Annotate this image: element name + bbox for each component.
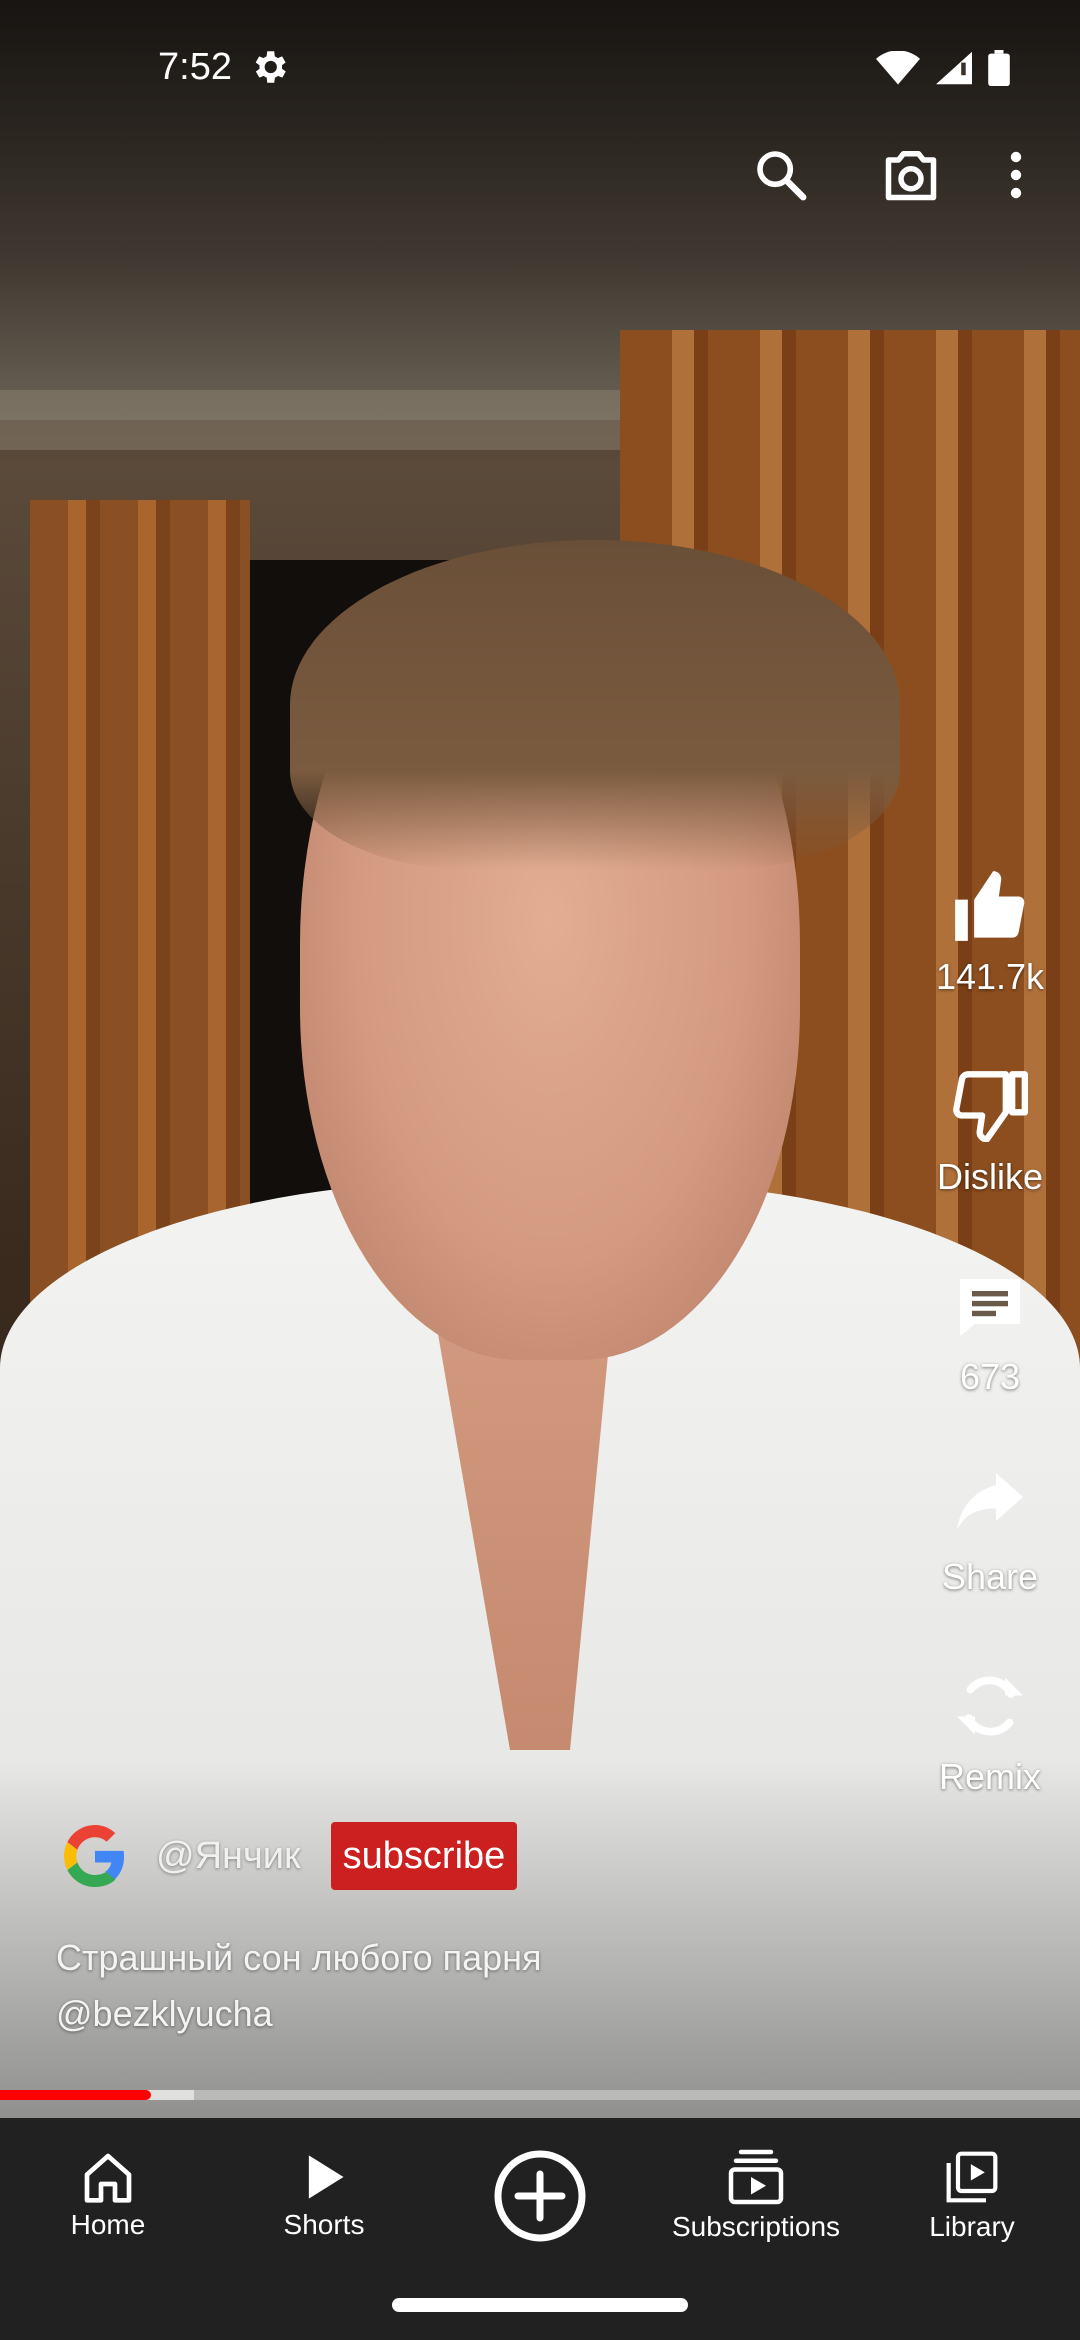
nav-shorts[interactable]: Shorts — [216, 2118, 432, 2274]
thumbs-up-icon — [955, 871, 1025, 941]
nav-library-label: Library — [929, 2211, 1015, 2242]
side-actions: 141.7k Dislike 673 Share Remix — [910, 870, 1070, 1870]
add-circle-icon — [494, 2150, 586, 2242]
dislike-label: Dislike — [936, 1156, 1043, 1197]
video-caption[interactable]: Страшный сон любого парня @bezklyucha — [56, 1930, 756, 2042]
thumbs-down-icon — [953, 1071, 1028, 1142]
channel-handle[interactable]: @Янчик — [156, 1835, 301, 1878]
channel-row: @Янчик subscribe — [64, 1822, 518, 1890]
share-label: Share — [941, 1556, 1039, 1597]
nav-home[interactable]: Home — [0, 2118, 216, 2274]
share-button[interactable]: Share — [910, 1470, 1070, 1670]
play-icon — [308, 2155, 344, 2199]
nav-library[interactable]: Library — [864, 2118, 1080, 2274]
home-icon — [84, 2153, 132, 2203]
gesture-bar-area — [0, 2274, 1080, 2340]
library-icon — [946, 2151, 998, 2203]
comments-button[interactable]: 673 — [910, 1270, 1070, 1470]
video-progress-bar[interactable] — [0, 2090, 1080, 2100]
comment-count: 673 — [959, 1356, 1021, 1397]
camera-icon — [885, 151, 937, 201]
progress-played — [0, 2090, 152, 2100]
remix-icon — [957, 1676, 1023, 1736]
google-logo-icon[interactable] — [64, 1825, 126, 1887]
shorts-screen: 7:52 141.7k Dislike 673 Share Remix @Янч… — [0, 0, 1080, 2340]
more-vert-icon — [1010, 151, 1022, 199]
caption-line-1: Страшный сон любого парня — [56, 1937, 542, 1978]
like-count: 141.7k — [935, 956, 1045, 997]
more-options-button[interactable] — [976, 140, 1056, 210]
comment-icon — [960, 1279, 1020, 1336]
dislike-button[interactable]: Dislike — [910, 1070, 1070, 1270]
cell-signal-icon — [936, 51, 972, 85]
nav-subscriptions-label: Subscriptions — [671, 2211, 841, 2242]
nav-subscriptions[interactable]: Subscriptions — [648, 2118, 864, 2274]
create-button[interactable] — [432, 2118, 648, 2274]
battery-icon — [988, 50, 1010, 86]
caption-mention[interactable]: @bezklyucha — [56, 1986, 756, 2042]
subscribe-button[interactable]: subscribe — [330, 1822, 518, 1890]
remix-label: Remix — [938, 1756, 1041, 1797]
like-button[interactable]: 141.7k — [910, 870, 1070, 1070]
nav-shorts-label: Shorts — [283, 2209, 365, 2240]
status-time: 7:52 — [158, 46, 232, 88]
top-actions — [716, 140, 1080, 210]
remix-button[interactable]: Remix — [910, 1670, 1070, 1870]
subscriptions-icon — [728, 2149, 784, 2205]
home-gesture-pill[interactable] — [392, 2298, 688, 2312]
search-icon — [757, 151, 807, 201]
bottom-navigation: Home Shorts Subscriptions Library — [0, 2118, 1080, 2274]
wifi-icon — [876, 51, 920, 85]
nav-home-label: Home — [70, 2209, 146, 2240]
status-bar: 7:52 — [0, 0, 1080, 140]
search-button[interactable] — [716, 140, 846, 210]
camera-button[interactable] — [846, 140, 976, 210]
settings-gear-icon — [255, 51, 286, 83]
share-arrow-icon — [957, 1473, 1023, 1530]
